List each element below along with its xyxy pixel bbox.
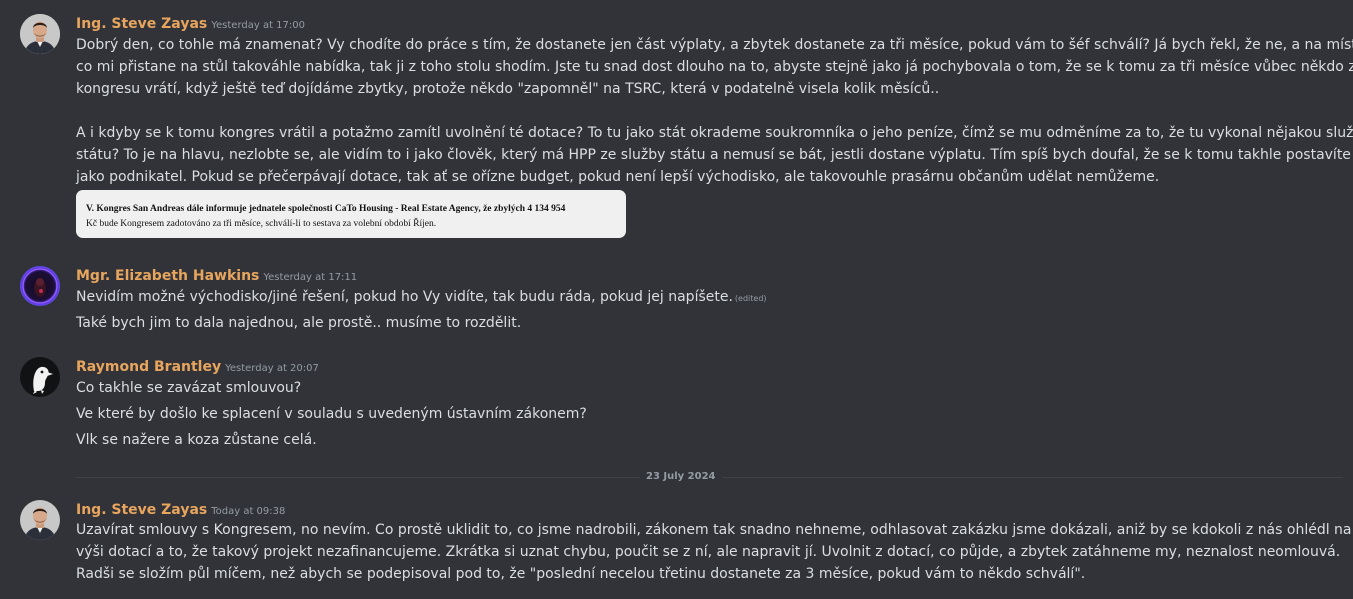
- message-text-line: Nevidím možné východisko/jiné řešení, po…: [76, 286, 1326, 310]
- user-avatar[interactable]: [20, 266, 60, 306]
- penguin-avatar-icon: [20, 357, 60, 397]
- person-avatar-icon: [20, 14, 60, 54]
- edited-label: (edited): [734, 294, 767, 303]
- message-text-line: kongresu vrátí, když ještě teď dojídáme …: [76, 81, 940, 97]
- message-text-line: Dobrý den, co tohle má znamenat? Vy chod…: [76, 37, 1353, 53]
- message-timestamp: Yesterday at 17:00: [211, 20, 306, 31]
- message-text-line: Vlk se nažere a koza zůstane celá.: [76, 432, 317, 448]
- message-text-line: Ve které by došlo ke splacení v souladu …: [76, 406, 587, 422]
- message-text-line: jako podnikatel. Pokud se přečerpávají d…: [76, 169, 1160, 185]
- message-text-line: Radši se složím půl míčem, než abych se …: [76, 566, 1086, 582]
- message-text: Nevidím možné východisko/jiné řešení, po…: [76, 289, 733, 305]
- author-name[interactable]: Raymond Brantley: [76, 359, 221, 375]
- message-text-line: Uzavírat smlouvy s Kongresem, no nevím. …: [76, 522, 1352, 538]
- image-text-line: V. Kongres San Andreas dále informuje je…: [86, 204, 566, 214]
- message-text-line: A i kdyby se k tomu kongres vrátil a pot…: [76, 125, 1353, 141]
- message-timestamp: Yesterday at 20:07: [225, 363, 319, 374]
- neon-avatar-icon: [20, 266, 60, 306]
- user-avatar[interactable]: [20, 500, 60, 540]
- message-timestamp: Today at 09:38: [211, 506, 286, 517]
- message-text-line: Co takhle se zavázat smlouvou?: [76, 380, 302, 396]
- author-name[interactable]: Mgr. Elizabeth Hawkins: [76, 268, 259, 284]
- user-avatar[interactable]: [20, 357, 60, 397]
- user-avatar[interactable]: [20, 14, 60, 54]
- chat-message-list: Ing. Steve Zayas Yesterday at 17:00 Dobrý…: [0, 0, 1353, 599]
- message-group: Ing. Steve Zayas Yesterday at 17:00 Dobrý…: [0, 0, 1353, 250]
- attached-image[interactable]: V. Kongres San Andreas dále informuje je…: [76, 190, 626, 238]
- image-text-line: Kč bude Kongresem zadotováno za tři měsí…: [86, 219, 437, 229]
- message-text-line: výši dotací a to, že takový projekt neza…: [76, 544, 1341, 560]
- author-name[interactable]: Ing. Steve Zayas: [76, 16, 207, 32]
- message-timestamp: Yesterday at 17:11: [263, 272, 358, 283]
- person-avatar-icon: [20, 500, 60, 540]
- date-divider-label: 23 July 2024: [640, 471, 722, 483]
- message-text-line: co mi přistane na stůl takováhle nabídka…: [76, 59, 1353, 75]
- author-name[interactable]: Ing. Steve Zayas: [76, 502, 207, 518]
- message-text-line: státu? To je na hlavu, nezlobte se, ale …: [76, 147, 1351, 163]
- message-text-line: Také bych jim to dala najednou, ale pros…: [76, 315, 522, 331]
